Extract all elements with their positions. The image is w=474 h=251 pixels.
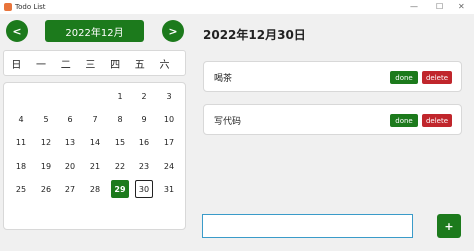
app-icon: [4, 3, 12, 11]
calendar-grid: 1 2 3 4 5 6 7 8 9 10 11 12 13 14 15 16 17 18 19 20 21 22 23 24 2…: [3, 82, 186, 230]
calendar-day[interactable]: 12: [37, 133, 55, 151]
weekday-label: 三: [85, 59, 96, 71]
calendar-day[interactable]: 17: [160, 133, 178, 151]
calendar-day[interactable]: 13: [61, 133, 79, 151]
weekday-label: 日: [11, 59, 22, 71]
calendar-day[interactable]: 16: [135, 133, 153, 151]
new-todo-input[interactable]: [202, 214, 413, 238]
weekday-label: 五: [134, 59, 145, 71]
weekday-header: 日 一 二 三 四 五 六: [3, 50, 186, 76]
calendar-day[interactable]: 4: [12, 110, 30, 128]
calendar-day[interactable]: 29: [111, 180, 129, 198]
calendar-day[interactable]: 14: [86, 133, 104, 151]
calendar-day[interactable]: 11: [12, 133, 30, 151]
prev-month-button[interactable]: <: [6, 20, 28, 42]
calendar-day[interactable]: 10: [160, 110, 178, 128]
todo-item: 喝茶 done delete: [203, 61, 462, 92]
delete-button[interactable]: delete: [422, 71, 452, 84]
calendar-day[interactable]: 8: [111, 110, 129, 128]
calendar-day[interactable]: 1: [111, 87, 129, 105]
done-button[interactable]: done: [390, 114, 418, 127]
todo-text: 喝茶: [214, 74, 233, 84]
title-bar: Todo List — ☐ ✕: [0, 0, 474, 14]
calendar-day[interactable]: 2: [135, 87, 153, 105]
month-selector-button[interactable]: 2022年12月: [45, 20, 144, 42]
calendar-day[interactable]: 28: [86, 180, 104, 198]
calendar-day[interactable]: 21: [86, 157, 104, 175]
weekday-label: 六: [159, 59, 170, 71]
calendar-day[interactable]: 3: [160, 87, 178, 105]
calendar-day[interactable]: 18: [12, 157, 30, 175]
calendar-day[interactable]: 31: [160, 180, 178, 198]
window-title: Todo List: [15, 3, 46, 11]
weekday-label: 二: [60, 59, 71, 71]
calendar-day[interactable]: 15: [111, 133, 129, 151]
calendar-day[interactable]: 27: [61, 180, 79, 198]
calendar-day[interactable]: 9: [135, 110, 153, 128]
calendar-day[interactable]: 22: [111, 157, 129, 175]
calendar-day[interactable]: 6: [61, 110, 79, 128]
calendar-day[interactable]: 23: [135, 157, 153, 175]
selected-date-heading: 2022年12月30日: [203, 28, 306, 42]
weekday-label: 一: [36, 59, 47, 71]
calendar-day[interactable]: 7: [86, 110, 104, 128]
next-month-button[interactable]: >: [162, 20, 184, 42]
todo-item: 写代码 done delete: [203, 104, 462, 135]
minimize-icon[interactable]: —: [410, 1, 418, 13]
todo-text: 写代码: [214, 117, 242, 127]
close-icon[interactable]: ✕: [458, 1, 465, 13]
calendar-day[interactable]: 25: [12, 180, 30, 198]
calendar-day[interactable]: 30: [135, 180, 153, 198]
delete-button[interactable]: delete: [422, 114, 452, 127]
calendar-day[interactable]: 24: [160, 157, 178, 175]
weekday-label: 四: [110, 59, 121, 71]
calendar-day[interactable]: 20: [61, 157, 79, 175]
calendar-day[interactable]: 5: [37, 110, 55, 128]
add-todo-button[interactable]: +: [437, 214, 461, 238]
done-button[interactable]: done: [390, 71, 418, 84]
calendar-day[interactable]: 19: [37, 157, 55, 175]
calendar-day[interactable]: 26: [37, 180, 55, 198]
maximize-icon[interactable]: ☐: [436, 1, 443, 13]
